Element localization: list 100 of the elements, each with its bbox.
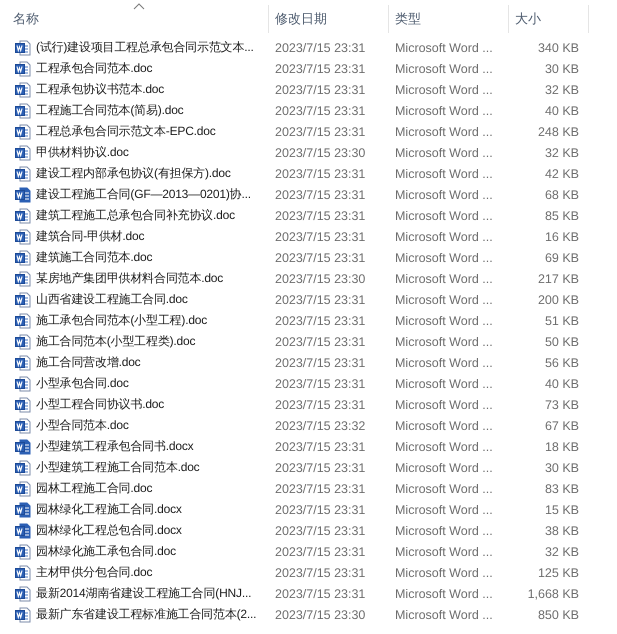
word-document-icon bbox=[15, 186, 31, 202]
file-name[interactable]: 工程总承包合同示范文本-EPC.doc bbox=[36, 123, 216, 140]
file-name[interactable]: 建设工程施工合同(GF—2013—0201)协... bbox=[36, 186, 251, 203]
file-type: Microsoft Word ... bbox=[394, 356, 494, 370]
modified-date: 2023/7/15 23:31 bbox=[274, 334, 366, 348]
modified-date: 2023/7/15 23:31 bbox=[274, 62, 366, 76]
file-type: Microsoft Word ... bbox=[394, 608, 494, 622]
file-type: Microsoft Word ... bbox=[394, 62, 494, 76]
word-document-icon bbox=[15, 124, 31, 140]
word-document-icon bbox=[15, 564, 31, 580]
word-document-icon bbox=[15, 396, 31, 412]
file-type: Microsoft Word ... bbox=[394, 40, 494, 54]
file-size: 1,668 KB bbox=[526, 586, 580, 600]
file-size: 85 KB bbox=[544, 208, 580, 222]
file-name[interactable]: 施工承包合同范本(小型工程).doc bbox=[36, 312, 208, 329]
word-document-icon bbox=[15, 82, 31, 98]
file-name[interactable]: 最新广东省建设工程标准施工合同范本(2... bbox=[36, 606, 256, 623]
file-name[interactable]: 施工合同营改增.doc bbox=[36, 354, 140, 371]
word-document-icon bbox=[15, 208, 31, 224]
file-name[interactable]: 工程施工合同范本(简易).doc bbox=[36, 102, 184, 119]
file-size: 32 KB bbox=[544, 544, 580, 558]
modified-date: 2023/7/15 23:31 bbox=[274, 440, 366, 454]
file-name[interactable]: 小型合同范本.doc bbox=[36, 417, 129, 434]
file-size: 248 KB bbox=[536, 124, 580, 138]
file-name[interactable]: 园林绿化工程总包合同.docx bbox=[36, 522, 182, 539]
file-type: Microsoft Word ... bbox=[394, 502, 494, 516]
file-type: Microsoft Word ... bbox=[394, 146, 494, 160]
word-document-icon bbox=[15, 354, 31, 370]
modified-date: 2023/7/15 23:31 bbox=[274, 356, 366, 370]
file-type: Microsoft Word ... bbox=[394, 314, 494, 328]
column-header[interactable]: 大小 bbox=[509, 5, 589, 33]
file-size: 32 KB bbox=[544, 146, 580, 160]
file-size: 340 KB bbox=[536, 40, 580, 54]
file-name[interactable]: (试行)建设项目工程总承包合同示范文本... bbox=[36, 39, 254, 56]
file-type: Microsoft Word ... bbox=[394, 82, 494, 96]
file-type: Microsoft Word ... bbox=[394, 208, 494, 222]
file-name[interactable]: 工程承包合同范本.doc bbox=[36, 60, 152, 77]
modified-date: 2023/7/15 23:31 bbox=[274, 124, 366, 138]
file-size: 68 KB bbox=[544, 188, 580, 202]
file-size: 40 KB bbox=[544, 104, 580, 118]
file-type: Microsoft Word ... bbox=[394, 566, 494, 580]
word-document-icon bbox=[15, 606, 31, 622]
file-name[interactable]: 某房地产集团甲供材料合同范本.doc bbox=[36, 270, 224, 287]
word-document-icon bbox=[15, 250, 31, 266]
modified-date: 2023/7/15 23:31 bbox=[274, 524, 366, 538]
file-name[interactable]: 园林工程施工合同.doc bbox=[36, 480, 152, 497]
file-name[interactable]: 小型承包合同.doc bbox=[36, 375, 129, 392]
file-type: Microsoft Word ... bbox=[394, 292, 494, 306]
modified-date: 2023/7/15 23:32 bbox=[274, 418, 366, 432]
file-size: 40 KB bbox=[544, 376, 580, 390]
modified-date: 2023/7/15 23:31 bbox=[274, 40, 366, 54]
modified-date: 2023/7/15 23:30 bbox=[274, 608, 366, 622]
column-header[interactable]: 名称 bbox=[7, 5, 269, 33]
file-size: 50 KB bbox=[544, 334, 580, 348]
modified-date: 2023/7/15 23:31 bbox=[274, 566, 366, 580]
file-name[interactable]: 小型工程合同协议书.doc bbox=[36, 396, 164, 413]
file-type: Microsoft Word ... bbox=[394, 544, 494, 558]
file-size: 42 KB bbox=[544, 166, 580, 180]
file-name[interactable]: 工程承包协议书范本.doc bbox=[36, 81, 164, 98]
word-document-icon bbox=[15, 438, 31, 454]
file-type: Microsoft Word ... bbox=[394, 460, 494, 474]
file-name[interactable]: 甲供材料协议.doc bbox=[36, 144, 129, 161]
file-type: Microsoft Word ... bbox=[394, 440, 494, 454]
word-document-icon bbox=[15, 144, 31, 160]
file-size: 38 KB bbox=[544, 524, 580, 538]
file-name[interactable]: 园林绿化工程施工合同.docx bbox=[36, 501, 182, 518]
column-header[interactable]: 修改日期 bbox=[269, 5, 389, 33]
word-document-icon bbox=[15, 270, 31, 286]
file-name[interactable]: 最新2014湖南省建设工程施工合同(HNJ... bbox=[36, 585, 252, 602]
file-name[interactable]: 主材甲供分包合同.doc bbox=[36, 564, 152, 581]
file-type: Microsoft Word ... bbox=[394, 166, 494, 180]
file-name[interactable]: 建筑合同-甲供材.doc bbox=[36, 228, 144, 245]
modified-date: 2023/7/15 23:31 bbox=[274, 314, 366, 328]
column-header[interactable]: 类型 bbox=[389, 5, 509, 33]
file-name[interactable]: 小型建筑工程施工合同范本.doc bbox=[36, 459, 200, 476]
file-name[interactable]: 建设工程内部承包协议(有担保方).doc bbox=[36, 165, 231, 182]
modified-date: 2023/7/15 23:30 bbox=[274, 272, 366, 286]
file-type: Microsoft Word ... bbox=[394, 250, 494, 264]
modified-date: 2023/7/15 23:31 bbox=[274, 544, 366, 558]
file-name[interactable]: 建筑工程施工总承包合同补充协议.doc bbox=[36, 207, 235, 224]
modified-date: 2023/7/15 23:30 bbox=[274, 146, 366, 160]
modified-date: 2023/7/15 23:31 bbox=[274, 230, 366, 244]
file-name[interactable]: 建筑施工合同范本.doc bbox=[36, 249, 152, 266]
word-document-icon bbox=[15, 312, 31, 328]
file-type: Microsoft Word ... bbox=[394, 188, 494, 202]
word-document-icon bbox=[15, 228, 31, 244]
file-type: Microsoft Word ... bbox=[394, 104, 494, 118]
file-name[interactable]: 园林绿化施工承包合同.doc bbox=[36, 543, 176, 560]
modified-date: 2023/7/15 23:31 bbox=[274, 250, 366, 264]
file-size: 73 KB bbox=[544, 398, 580, 412]
file-name[interactable]: 山西省建设工程施工合同.doc bbox=[36, 291, 188, 308]
modified-date: 2023/7/15 23:31 bbox=[274, 208, 366, 222]
word-document-icon bbox=[15, 376, 31, 392]
file-size: 67 KB bbox=[544, 418, 580, 432]
file-type: Microsoft Word ... bbox=[394, 334, 494, 348]
file-name[interactable]: 小型建筑工程承包合同书.docx bbox=[36, 438, 194, 455]
file-name[interactable]: 施工合同范本(小型工程类).doc bbox=[36, 333, 196, 350]
word-document-icon bbox=[15, 102, 31, 118]
file-size: 15 KB bbox=[544, 502, 580, 516]
modified-date: 2023/7/15 23:31 bbox=[274, 104, 366, 118]
